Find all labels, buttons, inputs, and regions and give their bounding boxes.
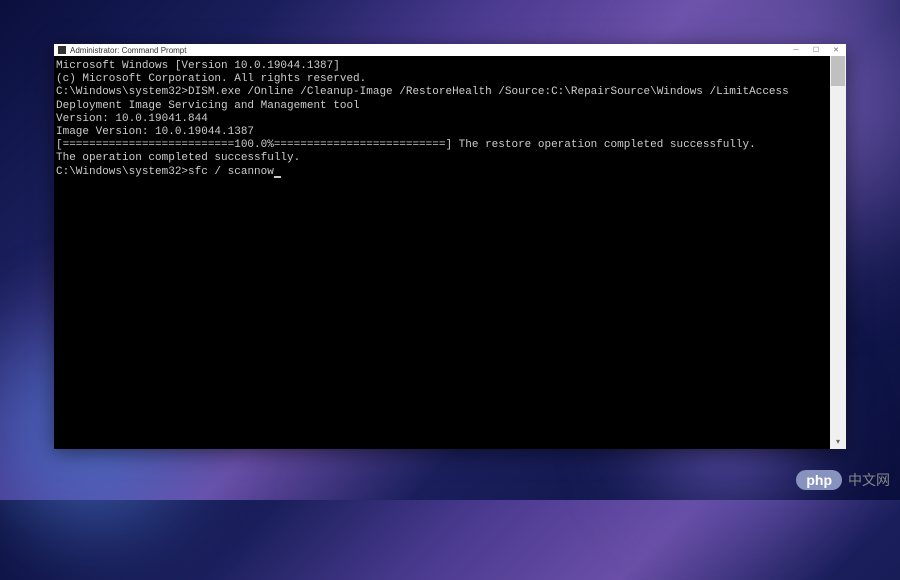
scrollbar-thumb[interactable] <box>831 56 845 86</box>
scrollbar[interactable]: ▾ <box>830 56 846 449</box>
terminal-output[interactable]: Microsoft Windows [Version 10.0.19044.13… <box>54 56 830 449</box>
watermark-badge: php <box>796 470 842 490</box>
titlebar-left: Administrator: Command Prompt <box>58 46 186 55</box>
window-title: Administrator: Command Prompt <box>70 46 186 55</box>
watermark-text: 中文网 <box>848 470 890 490</box>
minimize-button[interactable]: ─ <box>790 46 802 54</box>
output-line: Microsoft Windows [Version 10.0.19044.13… <box>56 60 828 73</box>
titlebar[interactable]: Administrator: Command Prompt ─ ☐ ✕ <box>54 44 846 56</box>
output-line: C:\Windows\system32>DISM.exe /Online /Cl… <box>56 86 828 99</box>
output-line: Deployment Image Servicing and Managemen… <box>56 100 828 113</box>
close-button[interactable]: ✕ <box>830 46 842 54</box>
terminal-body: Microsoft Windows [Version 10.0.19044.13… <box>54 56 846 449</box>
command-prompt-window: Administrator: Command Prompt ─ ☐ ✕ Micr… <box>54 44 846 449</box>
output-line: (c) Microsoft Corporation. All rights re… <box>56 73 828 86</box>
scrollbar-down-icon[interactable]: ▾ <box>830 435 846 449</box>
output-line: [==========================100.0%=======… <box>56 139 828 152</box>
cursor <box>274 176 281 178</box>
window-controls: ─ ☐ ✕ <box>790 46 842 54</box>
output-line: Image Version: 10.0.19044.1387 <box>56 126 828 139</box>
app-icon <box>58 46 66 54</box>
output-line: Version: 10.0.19041.844 <box>56 113 828 126</box>
maximize-button[interactable]: ☐ <box>810 46 822 54</box>
watermark: php 中文网 <box>796 470 890 490</box>
output-line: The operation completed successfully. <box>56 152 828 165</box>
prompt: C:\Windows\system32> <box>56 166 188 178</box>
current-command: sfc / scannow <box>188 166 274 178</box>
